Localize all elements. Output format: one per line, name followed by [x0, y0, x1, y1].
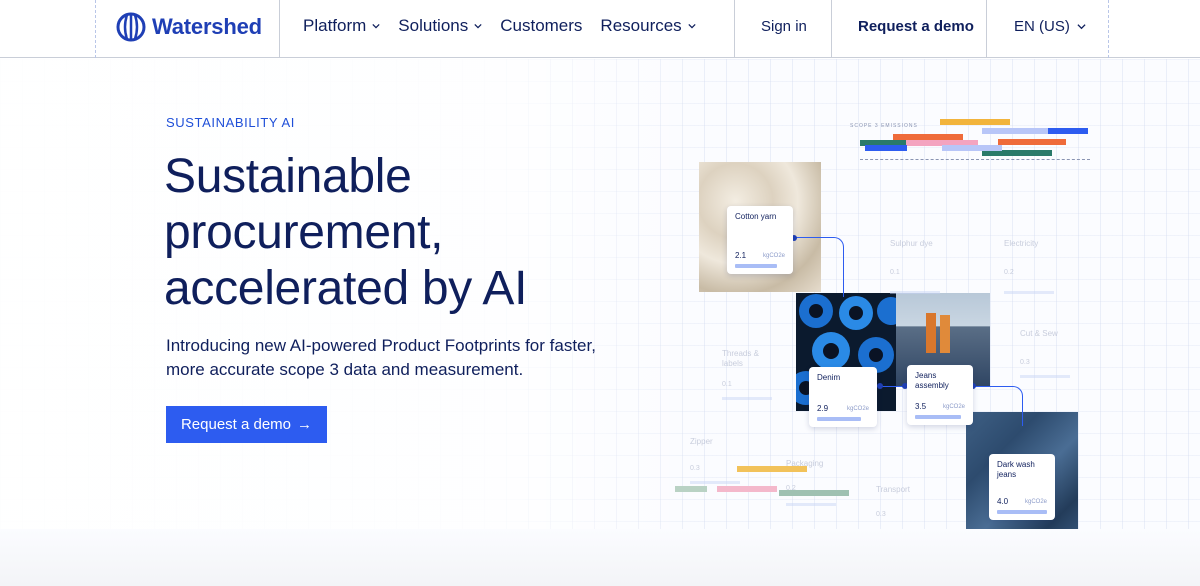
cta-label: Request a demo [180, 416, 292, 433]
card-bar [817, 417, 861, 421]
ghost-card-packaging: Packaging 0.2 [786, 459, 842, 515]
brand-logo[interactable]: Watershed [116, 12, 262, 42]
ghost-card-electricity: Electricity 0.2 [1004, 239, 1064, 299]
chart-bar [865, 145, 907, 151]
chevron-down-icon [688, 23, 696, 29]
hero-eyebrow: SUSTAINABILITY AI [166, 115, 295, 130]
bottom-band [0, 529, 1200, 586]
nav-divider [95, 0, 96, 58]
brand-name: Watershed [152, 14, 262, 39]
card-unit: kgCO2e [846, 406, 869, 412]
ghost-card-zipper: Zipper 0.3 [690, 437, 746, 487]
menu-solutions[interactable]: Solutions [398, 16, 482, 36]
card-unit: kgCO2e [942, 404, 965, 410]
menu-resources[interactable]: Resources [600, 16, 696, 36]
card-label: Cotton yarn [735, 212, 777, 221]
menu-label: Customers [500, 16, 583, 35]
arrow-right-icon: → [297, 416, 313, 433]
language-label: EN (US) [1014, 18, 1070, 35]
chart-bar [1048, 128, 1088, 134]
hero-headline: Sustainable procurement, accelerated by … [164, 150, 528, 315]
connector-line [973, 386, 1023, 426]
card-value: 2.1 [735, 251, 747, 260]
menu-customers[interactable]: Customers [500, 16, 582, 36]
ghost-card-threads: Threads & labels 0.1 [722, 349, 778, 409]
ghost-bar [690, 481, 740, 484]
hero-request-demo-button[interactable]: Request a demo → [166, 406, 327, 443]
card-unit: kgCO2e [1024, 499, 1047, 505]
chart-bar [998, 139, 1066, 145]
menu-label: Resources [600, 16, 682, 35]
ghost-label: Electricity [1004, 239, 1039, 248]
scope3-chart-axis [860, 159, 1090, 160]
nav-divider [831, 0, 832, 58]
nav-divider [734, 0, 735, 58]
menu-label: Platform [303, 16, 367, 35]
card-label: Denim [817, 373, 841, 382]
ghost-label: Threads & labels [722, 349, 759, 368]
ghost-value: 0.2 [786, 485, 796, 492]
menu-platform[interactable]: Platform [303, 16, 380, 36]
scope3-chart-caption: SCOPE 3 EMISSIONS [850, 123, 918, 129]
ghost-label: Packaging [786, 459, 824, 468]
ghost-label: Cut & Sew [1020, 329, 1058, 338]
card-bar [915, 415, 961, 419]
ghost-card-sulphur: Sulphur dye 0.1 [890, 239, 950, 299]
card-label: Jeans assembly [915, 371, 949, 390]
ghost-value: 0.3 [690, 465, 700, 472]
chevron-down-icon [372, 23, 380, 29]
connector-line [794, 237, 844, 297]
card-bar [735, 264, 777, 268]
ghost-bar [890, 291, 940, 294]
ghost-bar [1020, 375, 1070, 378]
card-label: Dark wash jeans [997, 460, 1035, 479]
ghost-bar [1004, 291, 1054, 294]
chart-bar [942, 145, 1002, 151]
menu-label: Solutions [398, 16, 469, 35]
card-unit: kgCO2e [762, 253, 785, 259]
ghost-value: 0.2 [1004, 269, 1014, 276]
ghost-value: 0.1 [890, 269, 900, 276]
sign-in-link[interactable]: Sign in [761, 18, 807, 35]
card-value: 4.0 [997, 497, 1009, 506]
nav-divider [986, 0, 987, 58]
nav-divider [1108, 0, 1109, 58]
chart-bar [982, 128, 1052, 134]
chart-bar [940, 119, 1010, 125]
connector-line [880, 386, 904, 387]
card-bar [997, 510, 1047, 514]
card-dark-wash-jeans: Dark wash jeans 4.0 kgCO2e [989, 454, 1055, 520]
ghost-value: 0.3 [1020, 359, 1030, 366]
ghost-bar [786, 503, 836, 506]
ghost-value: 0.3 [876, 511, 886, 518]
ghost-label: Transport [876, 485, 910, 494]
main-menu: Platform Solutions Customers Resources [303, 16, 714, 36]
connector-dot [877, 383, 883, 389]
card-value: 2.9 [817, 404, 829, 413]
card-jeans-assembly: Jeans assembly 3.5 kgCO2e [907, 365, 973, 425]
ghost-value: 0.1 [722, 381, 732, 388]
ghost-label: Sulphur dye [890, 239, 933, 248]
hero-section: SUSTAINABILITY AI Sustainable procuremen… [0, 59, 1200, 546]
globe-logo-icon [116, 12, 146, 42]
card-denim: Denim 2.9 kgCO2e [809, 367, 877, 427]
ghost-bar [722, 397, 772, 400]
hero-subhead: Introducing new AI-powered Product Footp… [166, 336, 596, 379]
factory-pipe [940, 315, 950, 353]
ghost-label: Zipper [690, 437, 713, 446]
ghost-card-cut-sew: Cut & Sew 0.3 [1020, 329, 1076, 389]
factory-pipe [926, 313, 936, 353]
language-selector[interactable]: EN (US) [1014, 18, 1086, 35]
top-navigation: Watershed Platform Solutions Customers R… [0, 0, 1200, 58]
product-footprint-illustration: SCOPE 3 EMISSIONS Sulphur dye 0.1 Electr… [660, 109, 1100, 569]
nav-divider [279, 0, 280, 58]
nav-request-demo-button[interactable]: Request a demo [858, 18, 974, 35]
card-cotton-yarn: Cotton yarn 2.1 kgCO2e [727, 206, 793, 274]
card-value: 3.5 [915, 402, 927, 411]
chevron-down-icon [1077, 24, 1086, 30]
chevron-down-icon [474, 23, 482, 29]
